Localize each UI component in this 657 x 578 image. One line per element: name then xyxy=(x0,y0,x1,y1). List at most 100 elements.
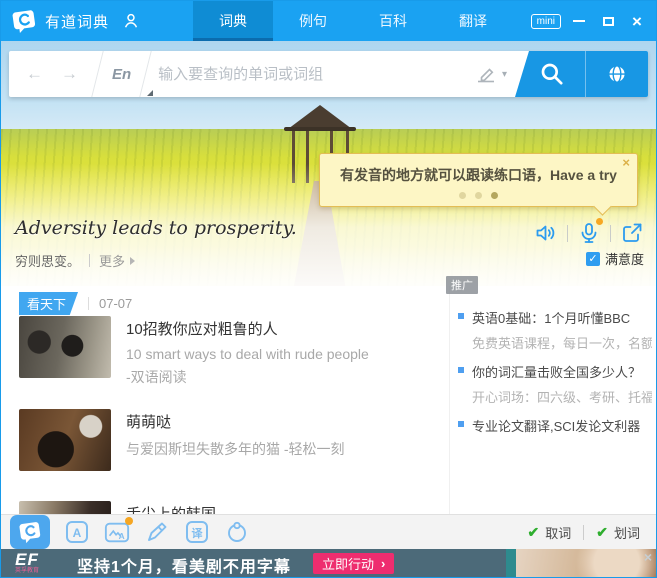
svg-text:译: 译 xyxy=(192,527,204,540)
mini-mode-button[interactable]: mini xyxy=(531,14,561,29)
ef-logo-subtext: 英孚教育 xyxy=(15,568,39,575)
forward-button[interactable]: → xyxy=(52,64,87,84)
minimize-button[interactable] xyxy=(568,10,590,32)
news-date: 07-07 xyxy=(99,296,132,311)
check-icon: ✔ xyxy=(528,524,540,541)
tab-examples[interactable]: 例句 xyxy=(273,1,353,41)
notification-dot xyxy=(125,517,133,525)
handwriting-icon[interactable] xyxy=(474,62,498,86)
search-actions xyxy=(515,51,648,97)
share-icon[interactable] xyxy=(620,221,644,245)
profile-icon[interactable] xyxy=(224,519,250,545)
ad-banner[interactable]: EF 英孚教育 坚持1个月，看美剧不用字幕 立即行动 › × xyxy=(1,549,656,578)
promo-title[interactable]: 英语0基础：1个月听懂BBC xyxy=(472,308,652,327)
youdao-dict-window: 有道词典 词典 例句 百科 翻译 mini × xyxy=(0,0,657,578)
article-subtitle: 与爱因斯坦失散多年的猫 -轻松一刻 xyxy=(126,439,345,459)
arrow-right-icon xyxy=(130,257,135,265)
toolbar-toggles: ✔ 取词 ✔ 划词 xyxy=(528,515,641,550)
divider xyxy=(89,254,90,267)
capture-word-toggle[interactable]: ✔ 取词 xyxy=(528,523,572,542)
banner: ← → En ▾ xyxy=(1,41,656,286)
divider xyxy=(91,51,103,97)
promo-title[interactable]: 你的词汇量击败全国多少人？ xyxy=(472,362,652,381)
carousel-dot[interactable] xyxy=(459,192,466,199)
promo-title[interactable]: 专业论文翻译,SCI发论文利器 xyxy=(472,416,652,435)
article-title[interactable]: 萌萌哒 xyxy=(126,411,345,432)
article-title[interactable]: 舌尖上的韩国 xyxy=(126,503,216,514)
pronunciation-tooltip: × 有发音的地方就可以跟读练口语，Have a try xyxy=(319,153,638,207)
language-selector[interactable]: En xyxy=(108,66,135,83)
news-thumbnail[interactable] xyxy=(19,501,111,514)
satisfaction-checkbox[interactable]: ✓ 满意度 xyxy=(586,249,644,268)
pronunciation-tools xyxy=(534,221,644,245)
tab-translate[interactable]: 翻译 xyxy=(433,1,513,41)
bullet-icon xyxy=(458,421,464,427)
article-title[interactable]: 10招教你应对粗鲁的人 xyxy=(126,318,369,339)
search-button[interactable] xyxy=(515,51,585,97)
capture-word-label: 取词 xyxy=(545,523,571,542)
youdao-home-button[interactable] xyxy=(10,515,50,549)
promo-item[interactable]: 专业论文翻译,SCI发论文利器 xyxy=(458,416,652,435)
select-word-label: 划词 xyxy=(614,523,640,542)
divider xyxy=(583,525,584,540)
close-button[interactable]: × xyxy=(626,10,648,32)
pen-writing-icon[interactable] xyxy=(144,519,170,545)
microphone-icon[interactable] xyxy=(577,221,601,245)
news-panel: 看天下 07-07 10招教你应对粗鲁的人 10 smart ways to d… xyxy=(1,286,449,514)
app-logo-icon xyxy=(11,8,37,34)
select-word-toggle[interactable]: ✔ 划词 xyxy=(596,523,640,542)
daily-quote-chinese: 穷则思变。 xyxy=(15,251,80,270)
carousel-dot-active[interactable] xyxy=(491,192,498,199)
ocr-translate-icon[interactable]: A xyxy=(104,519,130,545)
news-article[interactable]: 10招教你应对粗鲁的人 10 smart ways to deal with r… xyxy=(19,316,369,387)
tab-label: 例句 xyxy=(299,13,327,29)
user-icon[interactable] xyxy=(121,11,141,31)
promo-item[interactable]: 你的词汇量击败全国多少人？ 开心词场：四六级、考研、托福… xyxy=(458,362,652,406)
tooltip-text: 有发音的地方就可以跟读练口语，Have a try xyxy=(320,165,637,185)
divider xyxy=(610,225,611,242)
carousel-dots xyxy=(320,192,637,199)
main-tabs: 词典 例句 百科 翻译 xyxy=(193,1,513,41)
ad-text: 坚持1个月，看美剧不用字幕 xyxy=(77,553,291,577)
language-corner-marker xyxy=(147,90,153,96)
brand: 有道词典 xyxy=(11,1,141,41)
news-article[interactable]: 舌尖上的韩国 xyxy=(19,501,216,514)
ad-action-button[interactable]: 立即行动 › xyxy=(313,553,394,574)
more-label: 更多 xyxy=(99,251,125,270)
search-bar: ← → En ▾ xyxy=(9,51,648,97)
tooltip-close-icon[interactable]: × xyxy=(622,155,630,170)
news-thumbnail[interactable] xyxy=(19,316,111,378)
translate-icon[interactable]: 译 xyxy=(184,519,210,545)
ef-logo[interactable]: EF 英孚教育 xyxy=(15,551,39,575)
search-input[interactable] xyxy=(156,65,474,84)
maximize-button[interactable] xyxy=(597,10,619,32)
checkbox-checked-icon[interactable]: ✓ xyxy=(586,252,600,266)
tab-label: 词典 xyxy=(219,13,247,29)
globe-icon xyxy=(606,63,628,85)
youdao-logo-icon xyxy=(18,520,42,544)
web-search-button[interactable] xyxy=(586,51,648,97)
speaker-icon[interactable] xyxy=(534,221,558,245)
promo-panel: 推广 英语0基础：1个月听懂BBC 免费英语课程，每日一次，名额… 你的词汇量击… xyxy=(449,286,656,514)
quote-row: 穷则思变。 更多 xyxy=(15,251,135,270)
news-thumbnail[interactable] xyxy=(19,409,111,471)
wordbook-icon[interactable]: A xyxy=(64,519,90,545)
more-link[interactable]: 更多 xyxy=(99,251,135,270)
tab-dictionary[interactable]: 词典 xyxy=(193,1,273,41)
ad-close-icon[interactable]: × xyxy=(644,549,652,565)
back-button[interactable]: ← xyxy=(17,64,52,84)
promo-item[interactable]: 英语0基础：1个月听懂BBC 免费英语课程，每日一次，名额… xyxy=(458,308,652,352)
ef-logo-text: EF xyxy=(15,551,39,568)
window-controls: mini × xyxy=(531,1,648,41)
news-section-badge[interactable]: 看天下 xyxy=(19,292,78,315)
ad-accent-strip xyxy=(506,549,516,578)
promo-subtitle: 免费英语课程，每日一次，名额… xyxy=(472,333,652,352)
tab-encyclopedia[interactable]: 百科 xyxy=(353,1,433,41)
satisfaction-label: 满意度 xyxy=(605,249,644,268)
content-area: 看天下 07-07 10招教你应对粗鲁的人 10 smart ways to d… xyxy=(1,286,656,514)
daily-quote-english: Adversity leads to prosperity. xyxy=(15,217,297,239)
input-dropdown-caret[interactable]: ▾ xyxy=(502,69,507,80)
carousel-dot[interactable] xyxy=(475,192,482,199)
news-article[interactable]: 萌萌哒 与爱因斯坦失散多年的猫 -轻松一刻 xyxy=(19,409,345,471)
svg-text:A: A xyxy=(73,526,82,540)
